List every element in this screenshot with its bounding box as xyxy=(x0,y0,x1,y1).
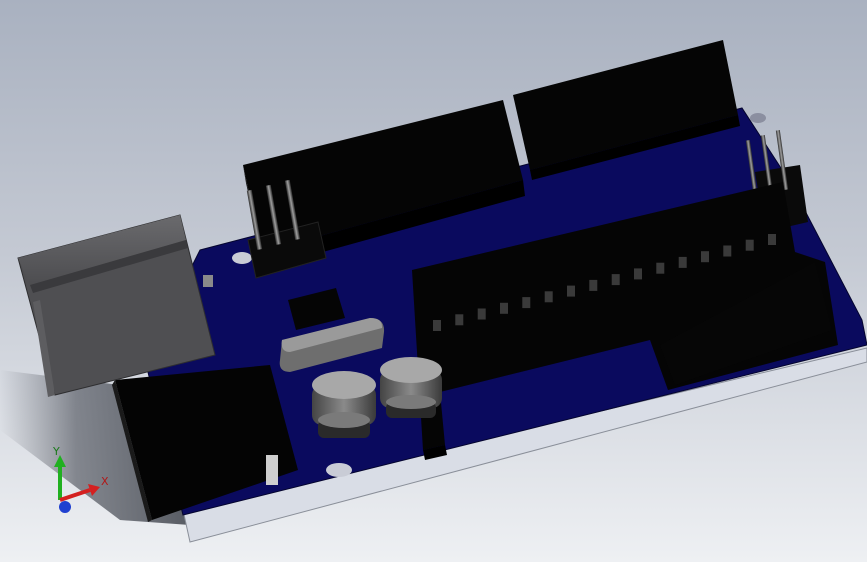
chip-pin-socket xyxy=(656,262,665,274)
chip-pin-socket xyxy=(723,245,732,257)
chip-pin-socket xyxy=(477,308,486,320)
x-axis-line xyxy=(59,488,91,502)
chip-pin-socket xyxy=(678,256,687,268)
capacitor-2[interactable] xyxy=(380,357,442,418)
chip-pin-socket xyxy=(701,251,709,263)
x-axis-label: X xyxy=(101,475,109,488)
axis-triad: Y X xyxy=(52,445,109,513)
chip-pin-socket xyxy=(522,297,531,309)
chip-pin-socket xyxy=(634,268,642,280)
chip-pin-socket xyxy=(611,274,620,286)
z-axis-icon xyxy=(59,501,71,513)
chip-pin-socket xyxy=(745,239,754,251)
chip-pin-socket xyxy=(544,291,553,303)
mounting-hole xyxy=(232,252,252,264)
chip-pin-socket xyxy=(589,279,598,291)
mounting-hole xyxy=(750,113,766,123)
arduino-3d-model[interactable] xyxy=(0,0,867,562)
graphics-viewport[interactable]: Y X xyxy=(0,0,867,562)
capacitor-1[interactable] xyxy=(312,371,376,438)
chip-pin-socket xyxy=(567,285,575,297)
chip-pin-socket xyxy=(500,302,508,314)
chip-pin-socket xyxy=(768,234,776,245)
chip-pin-socket xyxy=(433,320,441,331)
mounting-hole xyxy=(326,463,352,477)
y-axis-label: Y xyxy=(52,445,60,458)
chip-pin-socket xyxy=(455,314,464,326)
